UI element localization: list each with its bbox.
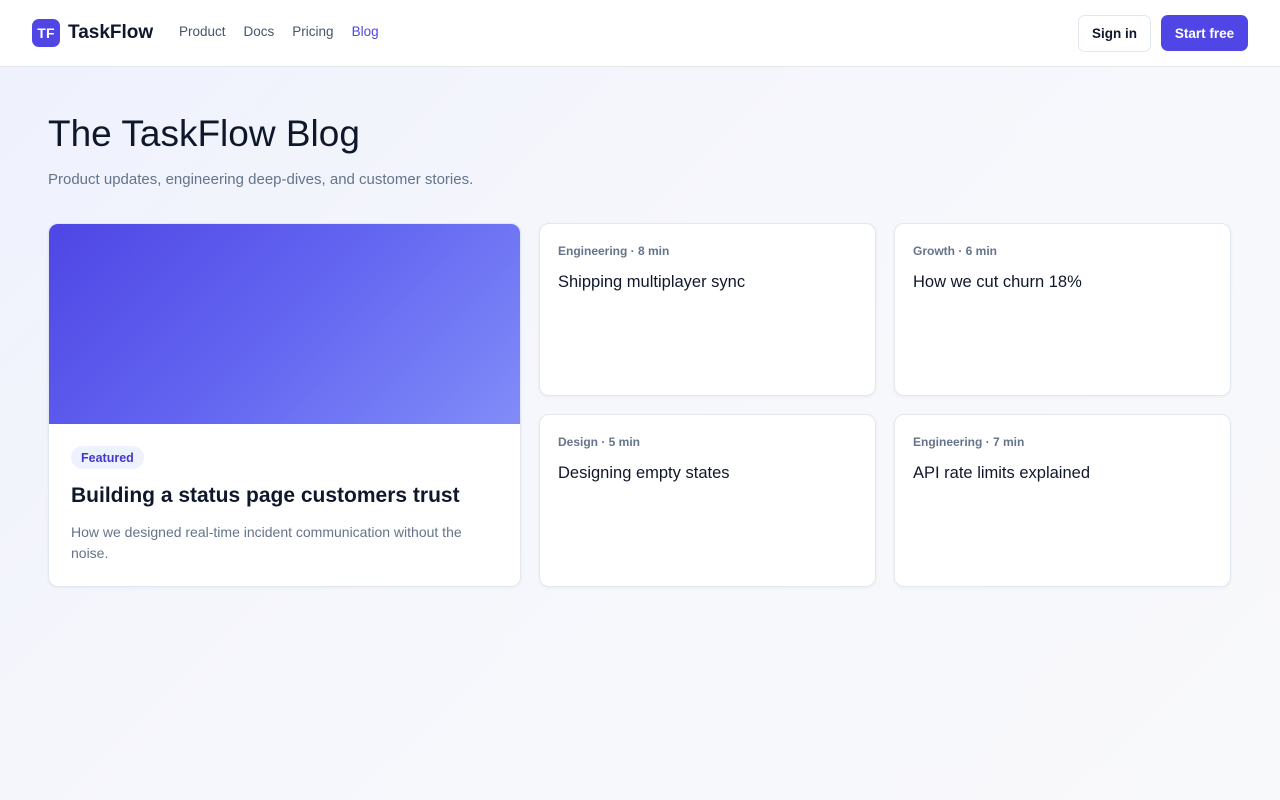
post-title[interactable]: API rate limits explained (913, 464, 1090, 483)
featured-badge: Featured (71, 446, 144, 469)
post-title[interactable]: Shipping multiplayer sync (558, 273, 745, 292)
nav-link-docs[interactable]: Docs (244, 24, 275, 39)
page-title: The TaskFlow Blog (48, 113, 360, 154)
post-meta: Growth · 6 min (913, 244, 997, 258)
featured-post-title[interactable]: Building a status page customers trust (71, 484, 460, 508)
post-meta: Design · 5 min (558, 435, 641, 449)
post-title[interactable]: How we cut churn 18% (913, 273, 1082, 292)
logo-mark-icon: TF (32, 19, 60, 47)
post-meta: Engineering · 7 min (913, 435, 1025, 449)
post-card[interactable]: Engineering · 8 min Shipping multiplayer… (539, 223, 876, 396)
post-meta: Engineering · 8 min (558, 244, 670, 258)
post-card[interactable]: Engineering · 7 min API rate limits expl… (894, 414, 1231, 587)
featured-post-card[interactable]: Featured Building a status page customer… (48, 223, 521, 587)
featured-post-description: How we designed real-time incident commu… (71, 524, 462, 561)
top-navigation-bar: TF TaskFlow Product Docs Pricing Blog Si… (0, 0, 1280, 67)
page-subtitle: Product updates, engineering deep-dives,… (48, 171, 474, 188)
nav-link-blog[interactable]: Blog (352, 24, 379, 39)
post-title[interactable]: Designing empty states (558, 464, 730, 483)
brand-logo-link[interactable]: TF TaskFlow (32, 19, 153, 47)
nav-link-product[interactable]: Product (179, 24, 226, 39)
featured-cover-image (49, 224, 520, 424)
sign-in-button[interactable]: Sign in (1078, 15, 1151, 52)
post-card[interactable]: Growth · 6 min How we cut churn 18% (894, 223, 1231, 396)
brand-name: TaskFlow (68, 22, 154, 43)
start-free-button[interactable]: Start free (1161, 15, 1248, 51)
main-nav: Product Docs Pricing Blog (179, 24, 397, 39)
nav-link-pricing[interactable]: Pricing (292, 24, 333, 39)
post-card[interactable]: Design · 5 min Designing empty states (539, 414, 876, 587)
